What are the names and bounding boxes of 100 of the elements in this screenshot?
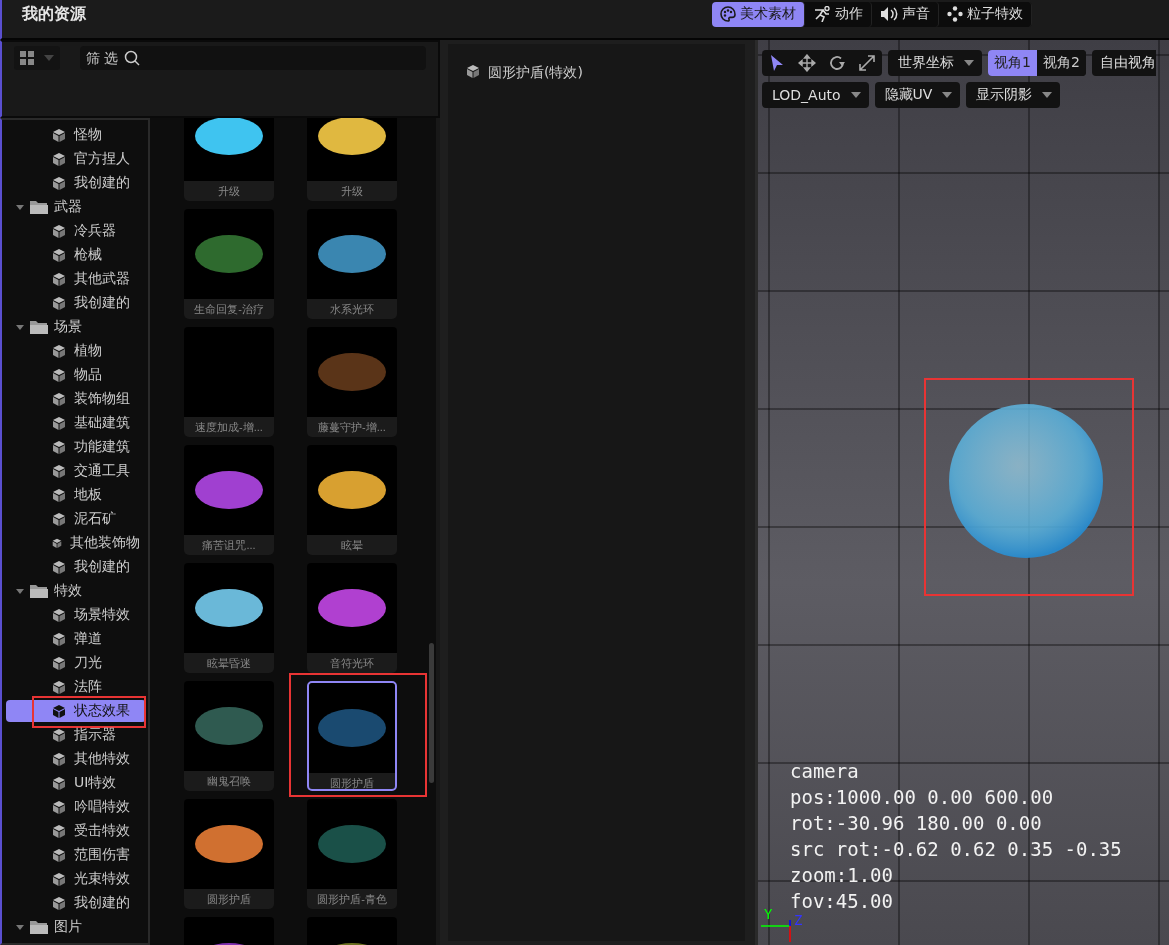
tree-item[interactable]: 光束特效 (6, 868, 146, 890)
panel-title: 我的资源 (22, 3, 87, 25)
tree-item[interactable]: 冷兵器 (6, 220, 146, 242)
asset-card[interactable]: 水系光环 (307, 209, 397, 319)
cube-icon (52, 632, 66, 646)
axis-label: Y (764, 906, 773, 922)
tree-item[interactable]: 其他特效 (6, 748, 146, 770)
search-icon (124, 50, 140, 66)
tree-item[interactable]: 官方捏人 (6, 148, 146, 170)
asset-card[interactable]: 藤蔓守护-增... (307, 327, 397, 437)
cube-icon (52, 560, 66, 574)
tree-item[interactable]: 受击特效 (6, 820, 146, 842)
cube-icon (52, 416, 66, 430)
tree-item[interactable]: 怪物 (6, 124, 146, 146)
scrollbar[interactable] (429, 643, 434, 783)
camera-info-line: fov:45.00 (790, 889, 894, 914)
palette-icon (720, 6, 736, 22)
cube-icon (52, 272, 66, 286)
asset-card[interactable]: 圆形护盾 (184, 799, 274, 909)
asset-card[interactable]: 升级 (307, 118, 397, 201)
asset-card[interactable]: 圆形护盾 (307, 681, 397, 791)
option-dropdown[interactable]: 隐藏UV (874, 82, 961, 108)
cube-icon (52, 488, 66, 502)
cube-icon (52, 608, 66, 622)
free-view-button[interactable]: 自由视角 (1091, 50, 1156, 76)
tree-item[interactable]: 吟唱特效 (6, 796, 146, 818)
tree-item[interactable]: 指示器 (6, 724, 146, 746)
asset-card[interactable]: 眩晕 (307, 445, 397, 555)
camera-info-line: pos:1000.00 0.00 600.00 (790, 785, 1055, 810)
view-toggle[interactable] (14, 46, 60, 70)
cube-icon (52, 800, 66, 814)
caret-icon (1042, 92, 1053, 98)
asset-card[interactable]: 升级 (184, 118, 274, 201)
selected-asset-name: 圆形护盾(特效) (488, 64, 583, 82)
cube-icon (52, 464, 66, 478)
speaker-icon (880, 6, 898, 22)
asset-card[interactable]: 生命回复-治疗 (184, 209, 274, 319)
coordinate-dropdown[interactable]: 世界坐标 (888, 50, 982, 76)
tree-item[interactable]: 交通工具 (6, 460, 146, 482)
cube-icon (52, 680, 66, 694)
asset-card[interactable]: 音符光环 (307, 563, 397, 673)
tree-item[interactable]: 状态效果 (6, 700, 146, 722)
cube-icon (52, 248, 66, 262)
tree-item[interactable]: 法阵 (6, 676, 146, 698)
tree-item[interactable]: 范围伤害 (6, 844, 146, 866)
tree-item[interactable]: 功能建筑 (6, 436, 146, 458)
tree-item[interactable]: 刀光 (6, 652, 146, 674)
option-dropdown[interactable]: 显示阴影 (966, 82, 1061, 108)
asset-card[interactable]: 眩晕昏迷 (184, 563, 274, 673)
tree-item[interactable]: 弹道 (6, 628, 146, 650)
camera-info-line: camera (790, 759, 860, 784)
cube-icon (52, 440, 66, 454)
tree-item[interactable]: UI特效 (6, 772, 146, 794)
move-icon (798, 54, 816, 72)
category-tab[interactable]: 粒子特效 (939, 1, 1032, 27)
tree-item[interactable]: 地板 (6, 484, 146, 506)
asset-card[interactable]: 幽鬼召唤 (184, 681, 274, 791)
camera-info-line: rot:-30.96 180.00 0.00 (790, 811, 1043, 836)
cube-icon (52, 872, 66, 886)
tree-item[interactable]: 枪械 (6, 244, 146, 266)
tree-item[interactable]: 其他武器 (6, 268, 146, 290)
tree-folder[interactable]: 特效 (2, 579, 148, 603)
cube-icon (52, 368, 66, 382)
tree-item[interactable]: 物品 (6, 364, 146, 386)
camera-info-line: zoom:1.00 (790, 863, 894, 888)
cube-icon (52, 824, 66, 838)
cube-icon (52, 536, 62, 550)
tree-item[interactable]: 泥石矿 (6, 508, 146, 530)
option-dropdown[interactable]: LOD_Auto (762, 82, 869, 108)
rotate-icon (828, 54, 846, 72)
cube-icon (466, 64, 480, 78)
folder-icon (30, 584, 48, 598)
tree-item[interactable]: 我创建的 (6, 892, 146, 914)
tree-item[interactable]: 装饰物组 (6, 388, 146, 410)
asset-card[interactable]: 痛苦诅咒... (184, 445, 274, 555)
tree-item[interactable]: 其他装饰物 (6, 532, 146, 554)
cube-icon (52, 152, 66, 166)
category-tab[interactable]: 声音 (872, 1, 939, 27)
tree-item[interactable]: 我创建的 (6, 292, 146, 314)
folder-icon (30, 200, 48, 214)
category-tab[interactable]: 动作 (805, 1, 872, 27)
category-tab[interactable]: 美术素材 (712, 1, 805, 27)
cube-icon (52, 296, 66, 310)
cube-icon (52, 344, 66, 358)
3d-viewport[interactable]: 世界坐标 视角1 视角2 自由视角 LOD_Auto 隐藏UV 显示阴影 camera pos:1000.00 0.00 600.00 rot:-30.96 180.00 0.00 src rot:-0.62 0.62 0.35 -0.35 zoom:1.00 fov:45.00 Y Z (755, 40, 1169, 945)
tree-folder[interactable]: 图片 (2, 915, 148, 939)
pointer-icon (770, 54, 784, 72)
asset-card[interactable]: 圆形护盾-青色 (307, 799, 397, 909)
tree-item[interactable]: 场景特效 (6, 604, 146, 626)
tree-item[interactable]: 我创建的 (6, 556, 146, 578)
tree-item[interactable]: 植物 (6, 340, 146, 362)
tree-folder[interactable]: 场景 (2, 315, 148, 339)
filter-field[interactable]: 筛 选 (80, 46, 426, 70)
tree-item[interactable]: 基础建筑 (6, 412, 146, 434)
tree-item[interactable]: 我创建的 (6, 172, 146, 194)
view-button[interactable]: 视角1 (988, 50, 1037, 76)
camera-info-line: src rot:-0.62 0.62 0.35 -0.35 (790, 837, 1122, 862)
asset-card[interactable]: 速度加成-增... (184, 327, 274, 437)
cube-icon (52, 224, 66, 238)
tree-folder[interactable]: 武器 (2, 195, 148, 219)
